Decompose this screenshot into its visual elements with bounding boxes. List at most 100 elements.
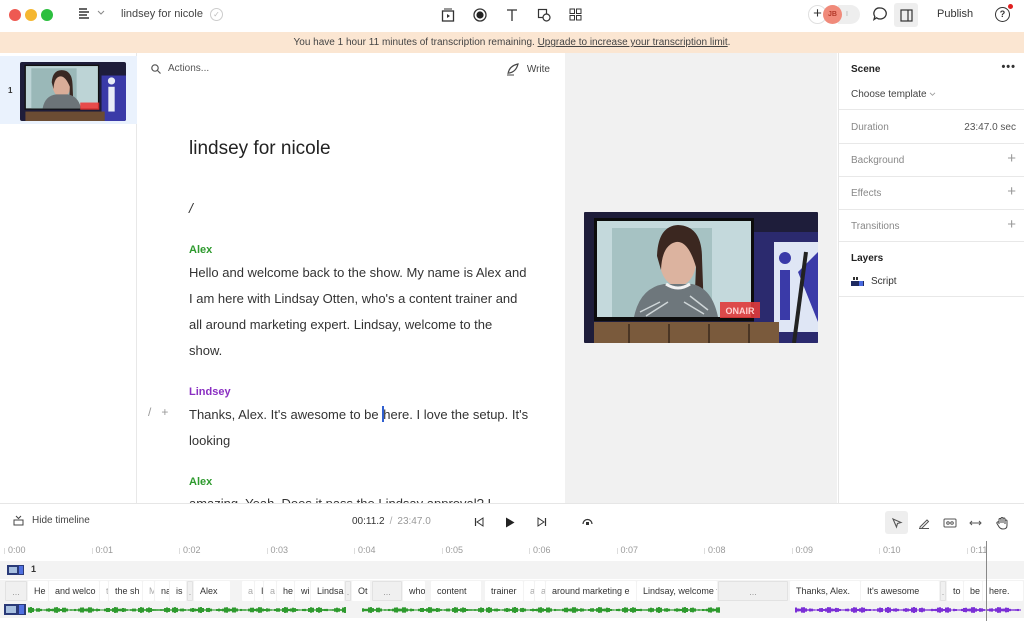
waveform-track[interactable] <box>0 602 1024 618</box>
word-chip[interactable]: I <box>255 581 263 601</box>
doc-menu-button[interactable] <box>78 7 105 19</box>
canvas-area[interactable]: ONAIR <box>565 53 837 503</box>
slash-command[interactable]: / <box>189 200 193 216</box>
add-background-icon[interactable]: + <box>1007 150 1016 167</box>
loop-button[interactable] <box>579 514 595 530</box>
background-row[interactable]: Background + <box>839 144 1024 177</box>
play-button[interactable] <box>502 514 518 530</box>
stretch-tool[interactable] <box>964 511 987 534</box>
word-chip[interactable]: he <box>277 581 294 601</box>
minimize-window-button[interactable] <box>25 9 37 21</box>
document-title[interactable]: lindsey for nicole <box>121 8 203 20</box>
help-icon[interactable]: ? <box>995 7 1010 22</box>
toggle-sidebar-button[interactable] <box>894 3 918 27</box>
more-options-icon[interactable]: ••• <box>1001 61 1016 73</box>
word-chip[interactable]: . <box>345 581 351 601</box>
word-chip[interactable]: a <box>242 581 254 601</box>
speaker-label[interactable]: Alex <box>189 476 212 488</box>
comment-button[interactable] <box>872 6 888 22</box>
upgrade-link[interactable]: Upgrade to increase your transcription l… <box>538 37 728 48</box>
word-chip[interactable]: the sh <box>109 581 142 601</box>
word-chip[interactable]: . <box>940 581 946 601</box>
add-effect-icon[interactable]: + <box>1007 183 1016 200</box>
word-chip[interactable]: Lindsay, welcome to <box>637 581 717 601</box>
doc-menu-icon <box>79 8 89 19</box>
word-chip[interactable]: wi <box>295 581 310 601</box>
avatar[interactable]: JB <box>823 5 842 24</box>
word-chip[interactable]: a <box>264 581 276 601</box>
maximize-window-button[interactable] <box>41 9 53 21</box>
transcript-paragraph[interactable]: amazing. Yeah. Does it pass the Lindsay … <box>189 491 529 503</box>
transcript-paragraph[interactable]: Hello and welcome back to the show. My n… <box>189 260 529 364</box>
blade-tool[interactable] <box>912 511 935 534</box>
waveform-bar <box>536 608 538 612</box>
shapes-button[interactable] <box>534 5 553 24</box>
transitions-row[interactable]: Transitions + <box>839 210 1024 242</box>
word-chip[interactable]: It's awesome <box>861 581 939 601</box>
skip-forward-button[interactable] <box>534 514 550 530</box>
scene-item[interactable]: 1 <box>0 56 137 124</box>
word-chip[interactable]: around marketing e <box>546 581 636 601</box>
layer-item[interactable]: Script <box>851 276 897 287</box>
loop-icon <box>581 518 593 525</box>
waveform-bar <box>674 608 676 612</box>
word-track[interactable]: ... He and welco t the sh Mna is. Alex a Ia he wi Li… <box>0 580 1024 602</box>
word-chip[interactable]: content <box>431 581 481 601</box>
word-chip[interactable]: ... <box>5 581 27 601</box>
skip-back-button[interactable] <box>471 514 487 530</box>
word-chip[interactable]: a <box>535 581 545 601</box>
speaker-label[interactable]: Alex <box>189 244 212 256</box>
word-chip[interactable]: na <box>155 581 169 601</box>
word-chip[interactable]: and welco <box>49 581 99 601</box>
document-heading[interactable]: lindsey for nicole <box>189 138 331 160</box>
horizontal-arrows-icon <box>969 520 982 525</box>
word-chip[interactable]: . <box>187 581 193 601</box>
word-chip[interactable]: here. <box>983 581 1023 601</box>
word-chip[interactable]: who <box>403 581 425 601</box>
drag-handle-icon[interactable]: / <box>148 405 151 419</box>
add-block-icon[interactable]: + <box>161 405 168 419</box>
word-chip[interactable]: to <box>947 581 963 601</box>
speaker-label[interactable]: Lindsey <box>189 386 231 398</box>
hide-timeline-button[interactable]: Hide timeline <box>13 515 90 526</box>
add-transition-icon[interactable]: + <box>1007 216 1016 233</box>
word-chip[interactable]: Thanks, Alex. <box>790 581 860 601</box>
video-preview[interactable]: ONAIR <box>584 212 818 343</box>
word-chip[interactable]: t <box>100 581 108 601</box>
close-window-button[interactable] <box>9 9 21 21</box>
word-chip[interactable]: ... <box>372 581 402 601</box>
word-chip[interactable]: be <box>964 581 982 601</box>
word-chip[interactable]: Alex <box>194 581 230 601</box>
word-chip[interactable]: Ot <box>352 581 370 601</box>
word-chip[interactable]: He <box>28 581 48 601</box>
script-editor[interactable]: Actions... Write lindsey for nicole / Al… <box>138 53 564 503</box>
word-chip[interactable]: Lindsa <box>311 581 344 601</box>
publish-button[interactable]: Publish <box>937 8 973 20</box>
playhead[interactable] <box>986 541 987 621</box>
word-chip[interactable]: trainer <box>485 581 523 601</box>
record-button[interactable] <box>470 5 489 24</box>
word-chip[interactable]: a <box>524 581 534 601</box>
choose-template-dropdown[interactable]: Choose template <box>851 89 936 100</box>
select-tool[interactable] <box>885 511 908 534</box>
waveform-bar <box>462 607 464 613</box>
effects-row[interactable]: Effects + <box>839 177 1024 210</box>
word-chip[interactable]: ... <box>718 581 788 601</box>
scene-button[interactable] <box>438 5 457 24</box>
hand-tool[interactable] <box>991 511 1014 534</box>
grid-button[interactable] <box>566 5 585 24</box>
waveform-bar <box>312 607 314 613</box>
transcript-paragraph[interactable]: Thanks, Alex. It's awesome to be here. I… <box>189 402 529 454</box>
text-button[interactable] <box>502 5 521 24</box>
timeline-ruler[interactable]: 0:00 0:01 0:02 0:03 0:04 0:05 0:06 0:07 0:08 0:09… <box>0 541 1024 561</box>
duration-value[interactable]: 23:47.0 sec <box>964 122 1016 133</box>
waveform-bar <box>38 608 40 612</box>
actions-search[interactable]: Actions... <box>151 63 209 74</box>
word-chip[interactable]: M <box>143 581 154 601</box>
write-button[interactable]: Write <box>506 62 550 76</box>
waveform-bar <box>654 609 656 611</box>
waveform-bar <box>849 609 851 611</box>
word-chip[interactable]: is <box>170 581 186 601</box>
waveform-bar <box>78 608 80 612</box>
trim-tool[interactable] <box>938 511 961 534</box>
